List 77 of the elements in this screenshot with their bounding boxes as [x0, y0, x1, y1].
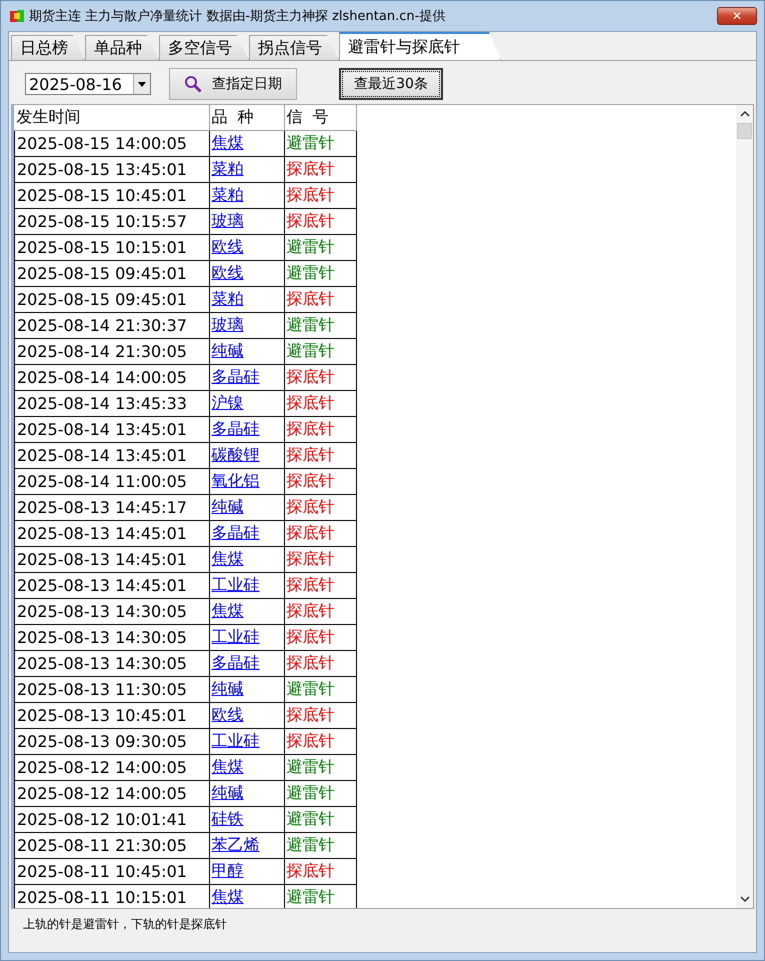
- signal-cell: 避雷针: [284, 754, 356, 780]
- time-cell: 2025-08-12 14:00:05: [14, 780, 209, 806]
- time-cell: 2025-08-13 14:45:01: [14, 572, 209, 598]
- time-cell: 2025-08-14 11:00:05: [14, 468, 209, 494]
- signal-cell: 探底针: [284, 702, 356, 728]
- time-cell: 2025-08-13 09:30:05: [14, 728, 209, 754]
- time-cell: 2025-08-11 10:15:01: [14, 884, 209, 908]
- time-cell: 2025-08-15 10:15:01: [14, 234, 209, 260]
- signal-cell: 探底针: [284, 416, 356, 442]
- time-cell: 2025-08-14 21:30:05: [14, 338, 209, 364]
- time-cell: 2025-08-15 09:45:01: [14, 260, 209, 286]
- signal-cell: 探底针: [284, 364, 356, 390]
- signal-cell: 探底针: [284, 572, 356, 598]
- signal-cell: 探底针: [284, 598, 356, 624]
- time-cell: 2025-08-14 14:00:05: [14, 364, 209, 390]
- signal-cell: 避雷针: [284, 130, 356, 156]
- signal-cell: 探底针: [284, 624, 356, 650]
- app-icon: [10, 9, 24, 23]
- time-cell: 2025-08-13 14:30:05: [14, 598, 209, 624]
- signal-cell: 探底针: [284, 208, 356, 234]
- signal-cell: 避雷针: [284, 676, 356, 702]
- signal-cell: 避雷针: [284, 832, 356, 858]
- date-picker[interactable]: 2025-08-16: [25, 73, 151, 95]
- time-cell: 2025-08-14 13:45:01: [14, 416, 209, 442]
- signal-cell: 避雷针: [284, 234, 356, 260]
- scroll-thumb[interactable]: [737, 123, 752, 139]
- legend-note: 上轨的针是避雷针，下轨的针是探底针: [23, 917, 227, 932]
- signal-cell: 探底针: [284, 520, 356, 546]
- time-cell: 2025-08-15 14:00:05: [14, 130, 209, 156]
- tab[interactable]: 日总榜: [11, 35, 85, 60]
- time-cell: 2025-08-14 13:45:01: [14, 442, 209, 468]
- signal-cell: 避雷针: [284, 338, 356, 364]
- column-header[interactable]: 发生时间: [14, 105, 209, 130]
- tab[interactable]: 避雷针与探底针: [339, 32, 501, 60]
- time-cell: 2025-08-15 10:45:01: [14, 182, 209, 208]
- time-cell: 2025-08-12 14:00:05: [14, 754, 209, 780]
- tab[interactable]: 单品种: [85, 35, 159, 60]
- time-cell: 2025-08-15 13:45:01: [14, 156, 209, 182]
- signal-cell: 探底针: [284, 182, 356, 208]
- column-header[interactable]: 信 号: [284, 105, 356, 130]
- signal-cell: 探底针: [284, 546, 356, 572]
- signal-cell: 避雷针: [284, 312, 356, 338]
- signal-cell: 避雷针: [284, 806, 356, 832]
- time-cell: 2025-08-15 10:15:57: [14, 208, 209, 234]
- time-cell: 2025-08-13 14:45:01: [14, 520, 209, 546]
- signal-cell: 避雷针: [284, 884, 356, 908]
- signal-cell: 避雷针: [284, 260, 356, 286]
- tab[interactable]: 多空信号: [159, 35, 249, 60]
- signal-cell: 探底针: [284, 650, 356, 676]
- signal-cell: 探底针: [284, 442, 356, 468]
- time-cell: 2025-08-13 14:45:01: [14, 546, 209, 572]
- signal-cell: 探底针: [284, 494, 356, 520]
- search-icon: [184, 75, 202, 93]
- signal-cell: 探底针: [284, 858, 356, 884]
- time-cell: 2025-08-11 10:45:01: [14, 858, 209, 884]
- tab[interactable]: 拐点信号: [249, 35, 339, 60]
- signal-cell: 探底针: [284, 728, 356, 754]
- time-cell: 2025-08-11 21:30:05: [14, 832, 209, 858]
- time-cell: 2025-08-13 14:30:05: [14, 624, 209, 650]
- time-cell: 2025-08-14 13:45:33: [14, 390, 209, 416]
- time-cell: 2025-08-13 11:30:05: [14, 676, 209, 702]
- time-cell: 2025-08-14 21:30:37: [14, 312, 209, 338]
- signal-cell: 避雷针: [284, 780, 356, 806]
- recent-records-button[interactable]: 查最近30条: [339, 68, 443, 100]
- signal-cell: 探底针: [284, 286, 356, 312]
- signal-cell: 探底针: [284, 468, 356, 494]
- time-cell: 2025-08-13 10:45:01: [14, 702, 209, 728]
- column-header[interactable]: 品 种: [209, 105, 284, 130]
- time-cell: 2025-08-13 14:45:17: [14, 494, 209, 520]
- query-date-button[interactable]: 查指定日期: [169, 68, 297, 100]
- time-cell: 2025-08-15 09:45:01: [14, 286, 209, 312]
- time-cell: 2025-08-13 14:30:05: [14, 650, 209, 676]
- time-cell: 2025-08-12 10:01:41: [14, 806, 209, 832]
- close-button[interactable]: ✕: [717, 7, 757, 25]
- signal-cell: 探底针: [284, 156, 356, 182]
- signal-cell: 探底针: [284, 390, 356, 416]
- window-title: 期货主连 主力与散户净量统计 数据由-期货主力神探 zlshentan.cn-提供: [29, 8, 446, 25]
